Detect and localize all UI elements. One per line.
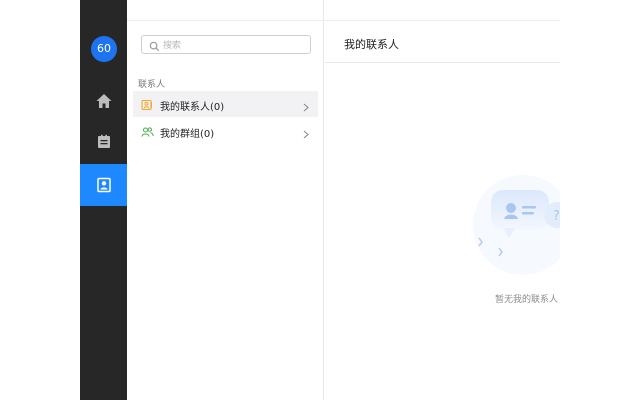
empty-state-text: 暂无我的联系人 [495,295,559,305]
contacts-panel: 联系人 我的联系人(0) [127,0,324,400]
contacts-icon [96,177,112,193]
search-input[interactable] [163,37,303,52]
side-rail: 60 [80,0,127,400]
section-label: 联系人 [138,79,166,89]
svg-text:?: ? [553,209,560,224]
list-item-my-groups[interactable]: 我的群组(0) [133,118,318,144]
main-area: 我的联系人 ? 暂无我的联系人 [325,0,573,400]
empty-contacts-illustration: ? [473,170,573,280]
chevron-right-icon [303,99,309,117]
home-icon [95,92,113,110]
list-item-label: 我的联系人(0) [160,102,225,113]
search-icon [149,39,160,57]
main-top-bar [325,0,560,21]
avatar[interactable]: 60 [91,36,117,62]
notebook-icon [96,134,112,150]
chevron-right-icon [303,126,309,144]
main-header: 我的联系人 [325,21,560,63]
nav-contacts[interactable] [80,164,127,206]
group-icon [141,125,154,143]
list-item-label: 我的群组(0) [160,129,215,140]
page-title: 我的联系人 [344,38,399,51]
contact-card-icon [141,98,153,116]
panel-top-bar [127,0,324,21]
nav-home[interactable] [80,81,127,121]
app-window: 60 搜索 联系人 我的联系人(0) 我的群组(0) 我的联系人 ? 暂无我的联… [0,0,640,400]
search-box[interactable] [141,35,311,54]
nav-notebook[interactable] [80,122,127,162]
list-item-my-contacts[interactable]: 我的联系人(0) [133,91,318,117]
